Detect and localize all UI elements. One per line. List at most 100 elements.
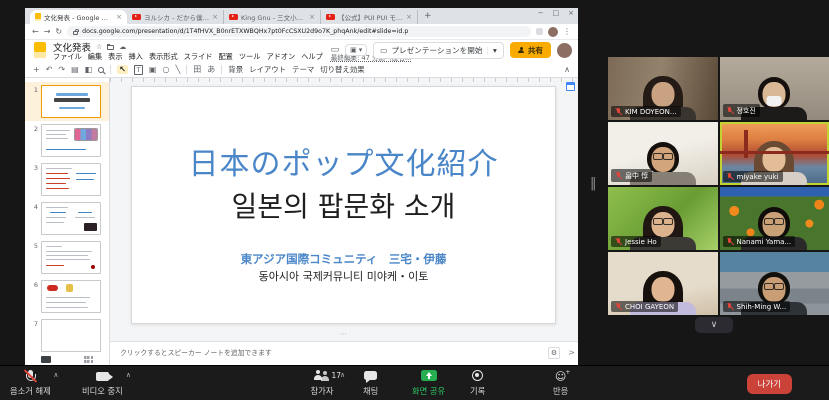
grid-view-icon[interactable]	[84, 356, 93, 363]
paint-format-icon[interactable]: ◧	[85, 65, 93, 74]
insert-shape-icon[interactable]: ○	[162, 65, 169, 74]
video-options-chevron[interactable]: ∧	[126, 371, 131, 379]
video-tile-jeong-hojin[interactable]: 정호진	[720, 57, 829, 120]
notes-settings-button[interactable]: ⚙	[548, 347, 560, 359]
slide-byline-korean[interactable]: 동아시아 국제커뮤니티 미야케・이토	[132, 268, 555, 284]
slide-thumbnail-1[interactable]: 1	[25, 82, 109, 121]
move-folder-icon[interactable]	[107, 45, 114, 50]
tab-youtube-2[interactable]: King Gnu - 三文小説 - YouTube ×	[224, 10, 321, 24]
slide-thumbnail-4[interactable]: 4	[25, 199, 109, 238]
new-tab-button[interactable]: +	[418, 11, 438, 21]
google-slides-logo[interactable]	[34, 42, 46, 58]
font-icon[interactable]: あ	[207, 64, 215, 75]
meet-present-button[interactable]: ▣ ▾	[345, 44, 367, 56]
select-tool-icon[interactable]: ↖	[117, 65, 128, 74]
menu-file[interactable]: ファイル	[53, 52, 82, 62]
background-button[interactable]: 背景	[228, 64, 243, 75]
forward-icon[interactable]: →	[44, 27, 51, 36]
insert-line-icon[interactable]: ╲	[175, 65, 180, 74]
record-button[interactable]: 기록	[470, 369, 485, 397]
tab-close-icon[interactable]: ×	[406, 13, 412, 21]
browser-menu-icon[interactable]: ⋮	[563, 27, 571, 36]
menu-arrange[interactable]: 配置	[218, 52, 232, 62]
insert-image-icon[interactable]: ▣	[149, 65, 157, 74]
share-button[interactable]: 共有	[510, 42, 551, 58]
participants-options-chevron[interactable]: ∧	[340, 371, 345, 379]
chat-button[interactable]: 채팅	[363, 369, 378, 397]
unmute-button[interactable]: ∧ 음소거 해제	[10, 369, 51, 397]
dropdown-icon[interactable]: ▾	[493, 46, 497, 55]
video-tile-hatanaka[interactable]: 畠中 惇	[608, 122, 718, 185]
video-tile-kim-doyeon[interactable]: KIM DOYEON...	[608, 57, 718, 120]
stop-video-button[interactable]: ∧ 비디오 중지	[82, 369, 123, 397]
calendar-sidepanel-icon[interactable]	[566, 82, 575, 91]
menu-help[interactable]: ヘルプ	[301, 52, 323, 62]
video-tile-nanami-yama[interactable]: Nanami Yama...	[720, 187, 829, 250]
tab-close-icon[interactable]: ×	[116, 13, 122, 21]
video-tile-shih-ming[interactable]: Shih-Ming W...	[720, 252, 829, 315]
collapse-toolbar-icon[interactable]: ∧	[564, 65, 570, 74]
theme-button[interactable]: テーマ	[292, 64, 314, 75]
speaker-notes[interactable]: クリックするとスピーカー ノートを追加できます ⚙	[110, 341, 578, 365]
redo-icon[interactable]: ↷	[58, 65, 65, 74]
start-presentation-button[interactable]: ▭ プレゼンテーションを開始 | ▾	[373, 42, 504, 59]
tab-slides[interactable]: 文化発表 - Google スライド ×	[30, 10, 127, 24]
slide-title-japanese[interactable]: 日本のポップ文化紹介	[132, 139, 555, 183]
text-box-icon[interactable]: T	[134, 65, 143, 75]
slide-thumbnail-5[interactable]: 5	[25, 238, 109, 277]
thumb-preview	[41, 124, 101, 157]
audio-options-chevron[interactable]: ∧	[53, 371, 58, 379]
collapse-video-grid-button[interactable]: ∨	[695, 317, 733, 333]
sidepanel-expand-icon[interactable]: >	[568, 348, 575, 357]
reactions-button[interactable]: ☺+ 반응	[553, 369, 568, 397]
filmstrip-view-icon[interactable]	[41, 356, 51, 363]
menu-format[interactable]: 表示形式	[149, 52, 178, 62]
panel-drag-handle[interactable]: ‖	[590, 176, 597, 191]
print-icon[interactable]: ▤	[71, 65, 79, 74]
menu-slide[interactable]: スライド	[184, 52, 213, 62]
address-bar[interactable]: docs.google.com/presentation/d/1T4fHVX_B…	[67, 26, 531, 37]
slide-thumbnail-6[interactable]: 6	[25, 277, 109, 316]
current-slide[interactable]: 日本のポップ文化紹介 일본의 팝문화 소개 東アジア国際コミュニティ 三宅・伊藤…	[131, 86, 556, 324]
star-icon[interactable]: ☆	[96, 43, 102, 51]
video-tile-miyake-yuki[interactable]: miyake yuki	[720, 122, 829, 185]
tab-close-icon[interactable]: ×	[212, 13, 218, 21]
slide-thumbnail-2[interactable]: 2	[25, 121, 109, 160]
video-tile-choi-gayeon[interactable]: CHOI GAYEON	[608, 252, 718, 315]
close-icon[interactable]: ×	[568, 9, 574, 17]
leave-meeting-button[interactable]: 나가기	[747, 374, 792, 394]
slide-byline-japanese[interactable]: 東アジア国際コミュニティ 三宅・伊藤	[132, 251, 555, 267]
reload-icon[interactable]: ↻	[55, 27, 62, 36]
transition-button[interactable]: 切り替え効果	[320, 64, 364, 75]
undo-icon[interactable]: ↶	[46, 65, 53, 74]
slideshow-icon: ▭	[380, 46, 387, 55]
tab-youtube-1[interactable]: ヨルシカ - だから僕は音楽を辞めた ×	[127, 10, 224, 24]
new-slide-icon[interactable]: +	[33, 65, 40, 74]
notes-resize-handle[interactable]: ⋯	[340, 330, 348, 338]
thumb-number: 6	[31, 280, 38, 289]
tab-close-icon[interactable]: ×	[309, 13, 315, 21]
participants-button[interactable]: 17 ∧ 참가자	[300, 369, 344, 397]
menu-view[interactable]: 表示	[108, 52, 122, 62]
menu-edit[interactable]: 編集	[88, 52, 102, 62]
share-screen-button[interactable]: 화면 공유	[412, 369, 445, 397]
browser-profile-avatar[interactable]	[548, 27, 558, 37]
slide-thumbnail-3[interactable]: 3	[25, 160, 109, 199]
participant-name: Shih-Ming W...	[737, 303, 787, 311]
slide-title-korean[interactable]: 일본의 팝문화 소개	[132, 185, 555, 225]
back-icon[interactable]: ←	[32, 27, 39, 36]
slide-thumbnail-7[interactable]: 7	[25, 316, 109, 355]
tab-youtube-3[interactable]: 【公式】PUI PUI モルカー 第1話 ×	[321, 10, 418, 24]
menu-addons[interactable]: アドオン	[266, 52, 295, 62]
video-tile-jessie-ho[interactable]: Jessie Ho	[608, 187, 718, 250]
minimize-icon[interactable]: −	[538, 9, 544, 17]
menu-insert[interactable]: 挿入	[129, 52, 143, 62]
present-display-icon[interactable]: ▭	[331, 45, 340, 55]
extensions-icon[interactable]	[536, 28, 543, 35]
maximize-icon[interactable]: □	[553, 9, 560, 17]
account-avatar[interactable]	[557, 43, 572, 58]
insert-table-icon[interactable]: 田	[193, 64, 201, 75]
layout-button[interactable]: レイアウト	[249, 64, 286, 75]
zoom-tool-icon[interactable]	[98, 67, 104, 73]
menu-tools[interactable]: ツール	[239, 52, 261, 62]
